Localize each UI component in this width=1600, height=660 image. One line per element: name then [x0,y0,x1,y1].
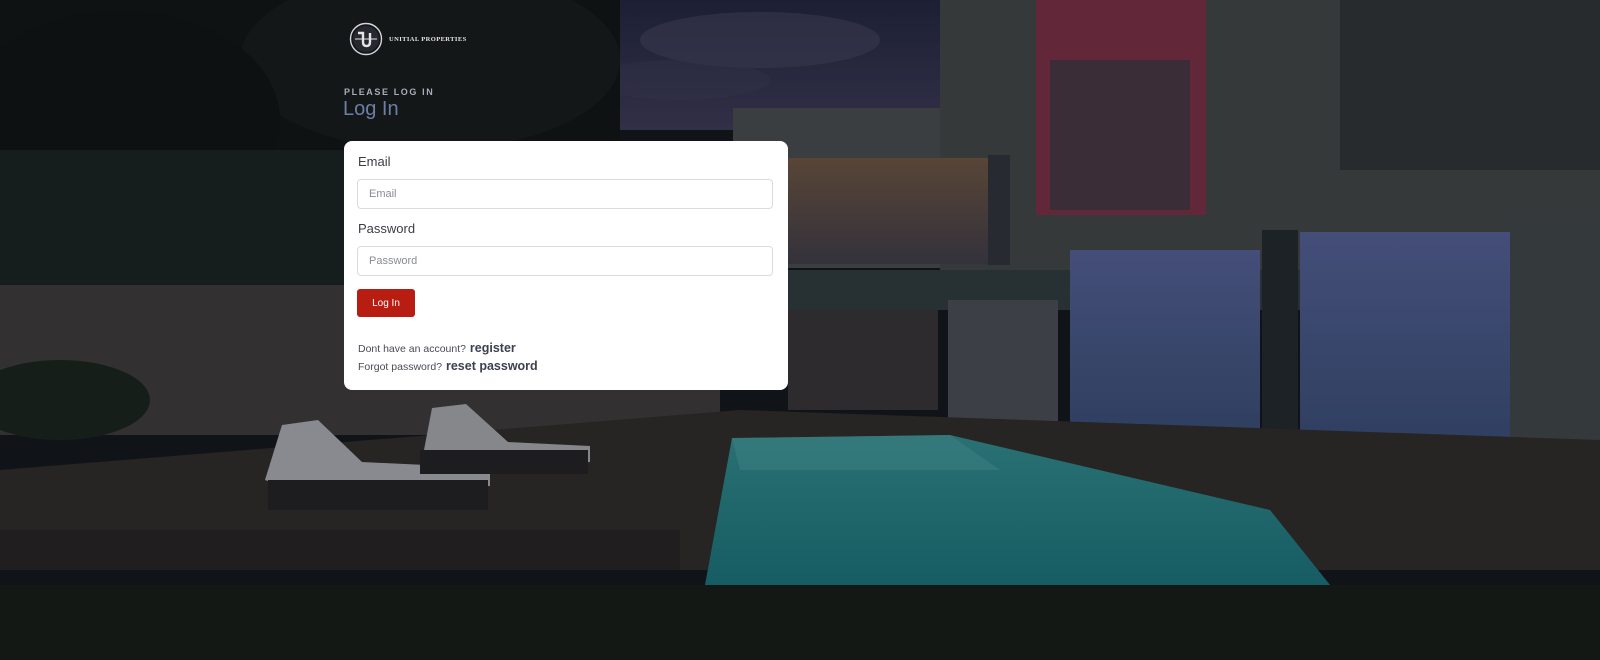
brand-logo[interactable]: UNITIAL PROPERTIES [349,22,467,56]
brand-name: UNITIAL PROPERTIES [389,35,467,43]
unitial-logo-icon [349,22,383,56]
email-label: Email [358,154,391,169]
register-link[interactable]: register [470,341,516,355]
house-pool-scene [0,0,1600,660]
reset-line: Forgot password? reset password [358,359,538,373]
register-prompt: Dont have an account? [358,343,466,355]
login-button[interactable]: Log In [357,289,415,317]
background-photo [0,0,1600,660]
password-field[interactable] [357,246,773,276]
login-eyebrow: PLEASE LOG IN [344,87,435,97]
reset-prompt: Forgot password? [358,361,443,373]
reset-password-link[interactable]: reset password [446,359,538,373]
page-title: Log In [343,98,399,120]
password-label: Password [358,221,416,236]
register-line: Dont have an account? register [358,341,516,355]
email-field[interactable] [357,179,773,209]
login-card: Email Password Log In Dont have an accou… [344,141,788,390]
